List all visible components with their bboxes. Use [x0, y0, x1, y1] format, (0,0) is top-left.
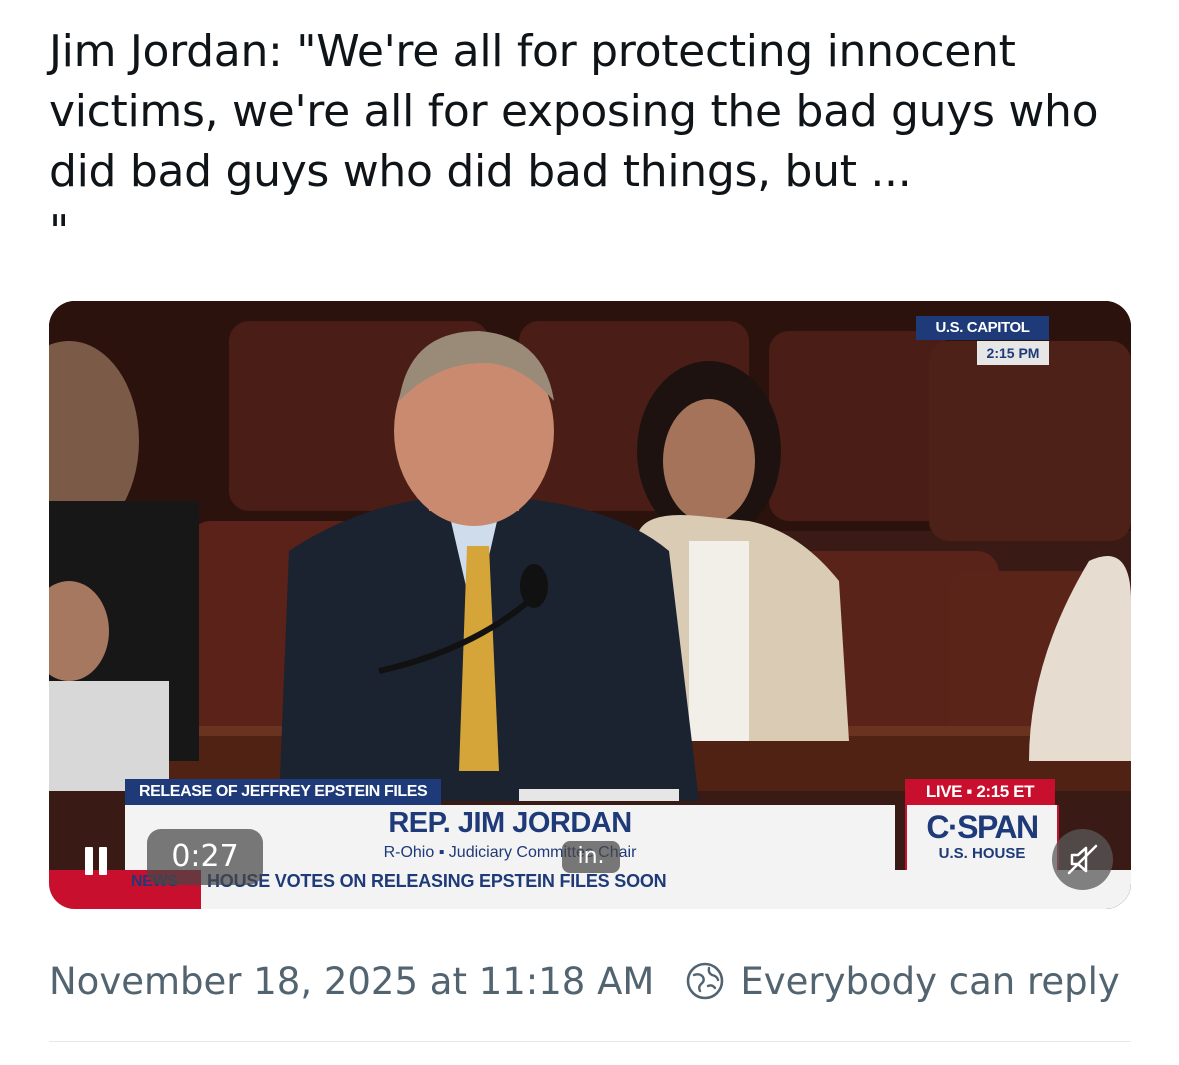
post-timestamp[interactable]: November 18, 2025 at 11:18 AM — [49, 960, 654, 1003]
post-meta: November 18, 2025 at 11:18 AM Everybody … — [49, 958, 1120, 1004]
caption-fragment: in. — [562, 841, 620, 873]
divider — [49, 1041, 1131, 1042]
ticker-text: HOUSE VOTES ON RELEASING EPSTEIN FILES S… — [207, 871, 667, 891]
elapsed-time: 0:27 — [147, 829, 263, 885]
pause-button[interactable] — [73, 829, 121, 889]
location-time: 2:15 PM — [977, 341, 1049, 365]
live-badge: LIVE ▪ 2:15 ET — [905, 779, 1055, 805]
location-badge: U.S. CAPITOL — [916, 316, 1049, 340]
post-text: Jim Jordan: "We're all for protecting in… — [49, 26, 1099, 257]
speaker-muted-icon — [1067, 844, 1098, 875]
cspan-channel: U.S. HOUSE — [938, 845, 1026, 862]
mute-button[interactable] — [1052, 829, 1113, 890]
video-player[interactable]: RELEASE OF JEFFREY EPSTEIN FILES REP. JI… — [49, 301, 1131, 909]
pause-icon — [85, 847, 109, 875]
globe-reply-icon — [687, 962, 724, 1000]
topic-banner: RELEASE OF JEFFREY EPSTEIN FILES — [125, 779, 442, 805]
reply-setting[interactable]: Everybody can reply — [740, 960, 1119, 1003]
cspan-logo: C·SPAN — [926, 809, 1039, 845]
